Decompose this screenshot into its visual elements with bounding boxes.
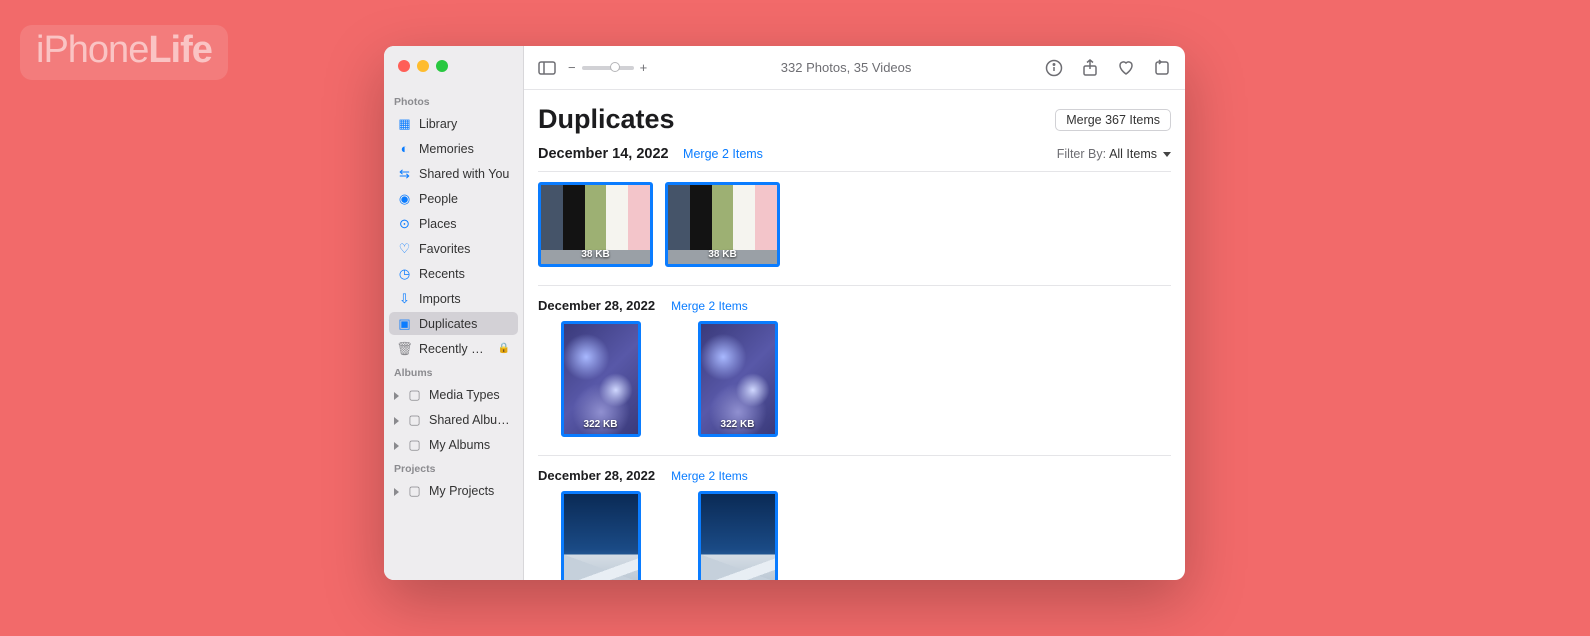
- merge-group-link[interactable]: Merge 2 Items: [683, 147, 763, 161]
- watermark: iPhoneLife: [20, 25, 228, 80]
- merge-group-link[interactable]: Merge 2 Items: [671, 469, 748, 483]
- imports-icon: ⇩: [397, 291, 412, 306]
- share-icon[interactable]: [1081, 59, 1099, 77]
- file-size: 322 KB: [584, 419, 618, 430]
- sidebar-item-memories[interactable]: ◐ Memories: [389, 137, 518, 160]
- sidebar-item-library[interactable]: ▦ Library: [389, 112, 518, 135]
- window-controls: [384, 60, 523, 90]
- section-projects: Projects: [384, 457, 523, 478]
- thumbnail[interactable]: [561, 491, 641, 580]
- sidebar-item-recently-deleted[interactable]: 🗑 Recently D… 🔒: [389, 337, 518, 360]
- app-window: Photos ▦ Library ◐ Memories ⇆ Shared wit…: [384, 46, 1185, 580]
- folder-icon: ▢: [407, 437, 422, 452]
- thumbnail[interactable]: 322 KB: [561, 321, 641, 437]
- sidebar-group-media-types[interactable]: ▢ Media Types: [389, 383, 518, 406]
- sidebar-item-imports[interactable]: ⇩ Imports: [389, 287, 518, 310]
- thumbnail[interactable]: 38 KB: [538, 182, 653, 267]
- section-photos: Photos: [384, 90, 523, 111]
- section-albums: Albums: [384, 361, 523, 382]
- sidebar-group-shared-albums[interactable]: ▢ Shared Albums: [389, 408, 518, 431]
- thumbnail[interactable]: [698, 491, 778, 580]
- sidebar: Photos ▦ Library ◐ Memories ⇆ Shared wit…: [384, 46, 524, 580]
- duplicate-group: December 28, 2022 Merge 2 Items 322 KB 3…: [538, 298, 1171, 456]
- folder-icon: ▢: [407, 412, 422, 427]
- folder-icon: ▢: [407, 387, 422, 402]
- zoom-slider[interactable]: − +: [568, 60, 647, 75]
- zoom-in-label: +: [640, 60, 648, 75]
- sidebar-group-my-projects[interactable]: ▢ My Projects: [389, 479, 518, 502]
- sidebar-item-places[interactable]: ⊙ Places: [389, 212, 518, 235]
- merge-group-link[interactable]: Merge 2 Items: [671, 299, 748, 313]
- file-size: 38 KB: [708, 249, 736, 260]
- close-window-button[interactable]: [398, 60, 410, 72]
- toolbar: − + 332 Photos, 35 Videos: [524, 46, 1185, 90]
- chevron-right-icon: [392, 487, 400, 495]
- places-icon: ⊙: [397, 216, 412, 231]
- zoom-track[interactable]: [582, 66, 634, 70]
- info-icon[interactable]: [1045, 59, 1063, 77]
- file-size: 38 KB: [581, 249, 609, 260]
- people-icon: ◉: [397, 191, 412, 206]
- minimize-window-button[interactable]: [417, 60, 429, 72]
- chevron-down-icon: [1163, 152, 1171, 157]
- chevron-right-icon: [392, 416, 400, 424]
- group-date: December 28, 2022: [538, 298, 655, 313]
- page-title: Duplicates: [538, 104, 675, 135]
- filter-by-dropdown[interactable]: Filter By: All Items: [1057, 147, 1171, 161]
- sidebar-group-my-albums[interactable]: ▢ My Albums: [389, 433, 518, 456]
- sidebar-item-favorites[interactable]: ♡ Favorites: [389, 237, 518, 260]
- chevron-right-icon: [392, 391, 400, 399]
- thumbnail[interactable]: 322 KB: [698, 321, 778, 437]
- duplicate-group: 38 KB 38 KB: [538, 182, 1171, 286]
- thumbnail[interactable]: 38 KB: [665, 182, 780, 267]
- trash-icon: 🗑: [397, 341, 412, 356]
- zoom-thumb[interactable]: [610, 62, 620, 72]
- content-scroll[interactable]: Duplicates Merge 367 Items December 14, …: [524, 90, 1185, 580]
- lock-icon: 🔒: [498, 343, 510, 354]
- library-icon: ▦: [397, 116, 412, 131]
- recents-icon: ◷: [397, 266, 412, 281]
- rotate-icon[interactable]: [1153, 59, 1171, 77]
- file-size: 322 KB: [721, 419, 755, 430]
- main-content: − + 332 Photos, 35 Videos: [524, 46, 1185, 580]
- fullscreen-window-button[interactable]: [436, 60, 448, 72]
- zoom-out-label: −: [568, 60, 576, 75]
- chevron-right-icon: [392, 441, 400, 449]
- sidebar-item-shared-with-you[interactable]: ⇆ Shared with You: [389, 162, 518, 185]
- duplicate-group: December 28, 2022 Merge 2 Items: [538, 468, 1171, 580]
- toolbar-count: 332 Photos, 35 Videos: [659, 60, 1033, 75]
- sidebar-toggle-icon[interactable]: [538, 59, 556, 77]
- memories-icon: ◐: [397, 141, 412, 156]
- sidebar-item-duplicates[interactable]: ▣ Duplicates: [389, 312, 518, 335]
- group-date: December 14, 2022: [538, 146, 669, 162]
- favorites-icon: ♡: [397, 241, 412, 256]
- merge-all-button[interactable]: Merge 367 Items: [1055, 109, 1171, 131]
- favorite-icon[interactable]: [1117, 59, 1135, 77]
- duplicates-icon: ▣: [397, 316, 412, 331]
- sidebar-item-recents[interactable]: ◷ Recents: [389, 262, 518, 285]
- sidebar-item-people[interactable]: ◉ People: [389, 187, 518, 210]
- folder-icon: ▢: [407, 483, 422, 498]
- group-date: December 28, 2022: [538, 468, 655, 483]
- shared-icon: ⇆: [397, 166, 412, 181]
